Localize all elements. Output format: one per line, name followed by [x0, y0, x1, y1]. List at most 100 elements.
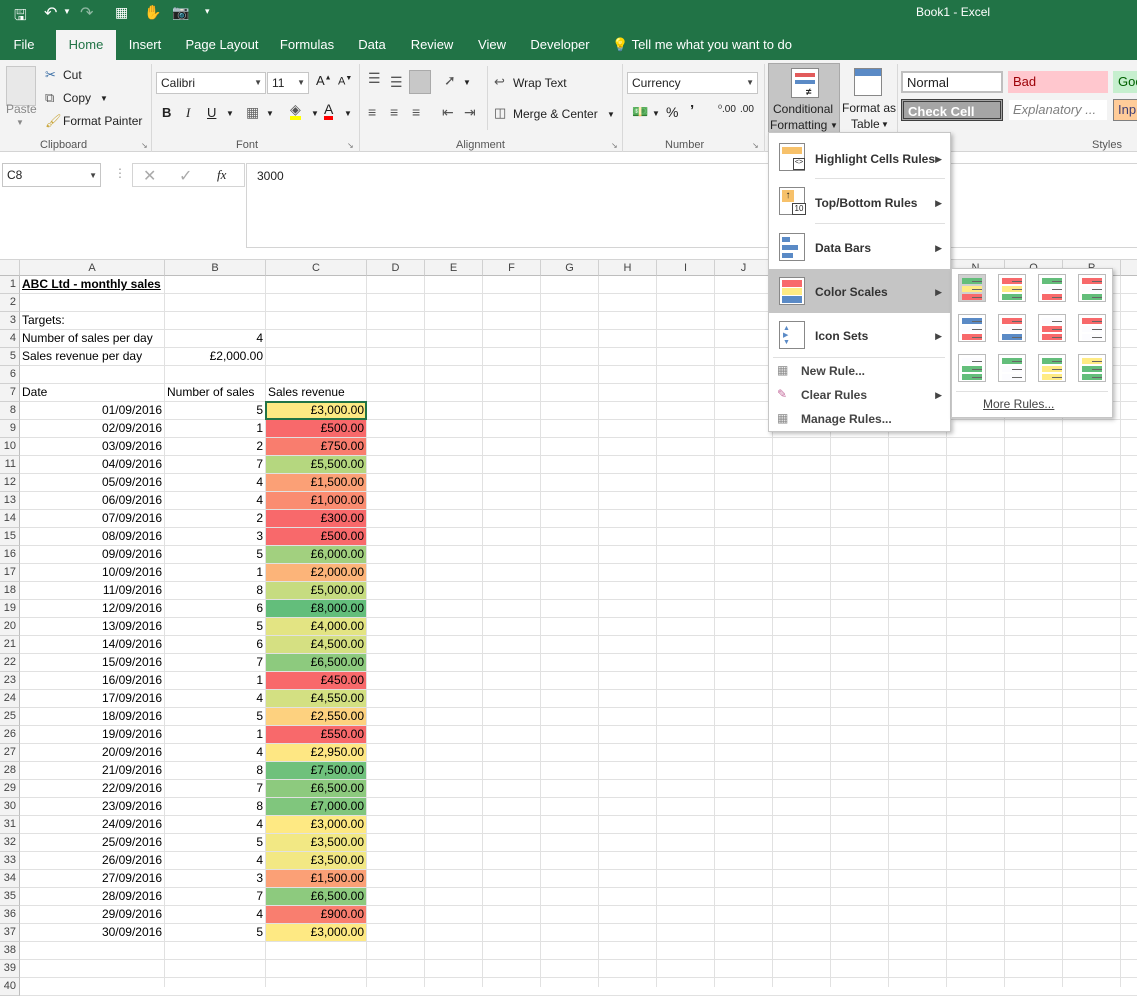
format-as-table-icon[interactable] [854, 68, 882, 96]
menu-icon-sets[interactable]: ▲ ▶ ▼ Icon Sets ▶ [769, 315, 950, 355]
color-scale-option-4[interactable] [1078, 274, 1106, 302]
undo-dropdown-icon[interactable]: ▼ [63, 7, 71, 16]
style-bad[interactable]: Bad [1008, 71, 1108, 93]
percent-button[interactable]: % [666, 104, 678, 120]
cell-B23[interactable]: 1 [165, 672, 265, 690]
decrease-indent-icon[interactable]: ⇤ [442, 104, 454, 121]
cell-B37[interactable]: 5 [165, 924, 265, 942]
row-header-19[interactable]: 19 [0, 600, 20, 618]
style-normal[interactable]: Normal [901, 71, 1003, 93]
row-header-40[interactable]: 40 [0, 978, 20, 996]
cell-C32[interactable]: £3,500.00 [266, 834, 366, 851]
cell-B28[interactable]: 8 [165, 762, 265, 780]
column-header-B[interactable]: B [165, 260, 266, 276]
cell-C11[interactable]: £5,500.00 [266, 456, 366, 473]
comma-button[interactable]: ’ [690, 102, 694, 119]
select-all-corner[interactable] [0, 260, 20, 276]
cell-B32[interactable]: 5 [165, 834, 265, 852]
cell-A28[interactable]: 21/09/2016 [20, 762, 164, 780]
column-header-J[interactable]: J [715, 260, 773, 276]
redo-icon[interactable]: ↷ [80, 3, 93, 23]
cell-A37[interactable]: 30/09/2016 [20, 924, 164, 942]
orientation-dropdown-icon[interactable]: ▼ [463, 78, 471, 87]
cell-A17[interactable]: 10/09/2016 [20, 564, 164, 582]
color-scale-option-7[interactable] [1038, 314, 1066, 342]
cell-B9[interactable]: 1 [165, 420, 265, 438]
cell-C29[interactable]: £6,500.00 [266, 780, 366, 797]
fill-color-icon[interactable]: ◈ [290, 102, 301, 120]
cell-A29[interactable]: 22/09/2016 [20, 780, 164, 798]
column-header-E[interactable]: E [425, 260, 483, 276]
bottom-align-icon[interactable] [409, 70, 431, 94]
cell-A25[interactable]: 18/09/2016 [20, 708, 164, 726]
tab-formulas[interactable]: Formulas [276, 30, 338, 60]
cell-C28[interactable]: £7,500.00 [266, 762, 366, 779]
row-header-15[interactable]: 15 [0, 528, 20, 546]
increase-font-icon[interactable]: A▲ [316, 73, 332, 88]
top-align-icon[interactable]: ☰ [368, 70, 381, 87]
column-header-A[interactable]: A [20, 260, 165, 276]
align-center-icon[interactable]: ≡ [390, 104, 398, 120]
enter-icon[interactable]: ✓ [179, 166, 192, 186]
decrease-decimal-button[interactable]: .00 [740, 104, 754, 115]
row-header-2[interactable]: 2 [0, 294, 20, 312]
font-name-combo[interactable]: Calibri ▼ [156, 72, 266, 94]
row-header-11[interactable]: 11 [0, 456, 20, 474]
cell-A13[interactable]: 06/09/2016 [20, 492, 164, 510]
cell-B27[interactable]: 4 [165, 744, 265, 762]
color-scale-option-11[interactable] [1038, 354, 1066, 382]
row-header-22[interactable]: 22 [0, 654, 20, 672]
cell-B34[interactable]: 3 [165, 870, 265, 888]
row-header-35[interactable]: 35 [0, 888, 20, 906]
cell-B36[interactable]: 4 [165, 906, 265, 924]
cell-A12[interactable]: 05/09/2016 [20, 474, 164, 492]
cell-C22[interactable]: £6,500.00 [266, 654, 366, 671]
underline-button[interactable]: U [207, 105, 216, 120]
row-header-20[interactable]: 20 [0, 618, 20, 636]
touch-mode-icon[interactable]: ✋ [144, 4, 161, 21]
row-header-23[interactable]: 23 [0, 672, 20, 690]
cell-C12[interactable]: £1,500.00 [266, 474, 366, 491]
cell-C30[interactable]: £7,000.00 [266, 798, 366, 815]
wrap-text-button[interactable]: Wrap Text [513, 76, 567, 90]
insert-function-icon[interactable]: fx [217, 167, 226, 183]
cell-A4[interactable]: Number of sales per day [20, 330, 164, 348]
cell-B8[interactable]: 5 [165, 402, 265, 420]
align-left-icon[interactable]: ≡ [368, 104, 376, 120]
column-header-Q[interactable]: Q [1121, 260, 1137, 276]
cell-A1[interactable]: ABC Ltd - monthly sales [20, 276, 164, 294]
cell-A34[interactable]: 27/09/2016 [20, 870, 164, 888]
cell-C14[interactable]: £300.00 [266, 510, 366, 527]
cell-A23[interactable]: 16/09/2016 [20, 672, 164, 690]
cancel-icon[interactable]: ✕ [143, 166, 156, 186]
clipboard-launcher-icon[interactable]: ↘ [141, 141, 148, 150]
paste-icon[interactable] [6, 66, 36, 106]
number-format-combo[interactable]: Currency ▼ [627, 72, 758, 94]
cell-C26[interactable]: £550.00 [266, 726, 366, 743]
menu-clear-rules[interactable]: ✎ Clear Rules ▶ [769, 385, 950, 407]
cell-A10[interactable]: 03/09/2016 [20, 438, 164, 456]
formula-input[interactable]: 3000 [246, 163, 1137, 248]
menu-manage-rules[interactable]: ▦ Manage Rules... [769, 409, 950, 431]
cell-B31[interactable]: 4 [165, 816, 265, 834]
font-launcher-icon[interactable]: ↘ [347, 141, 354, 150]
align-right-icon[interactable]: ≡ [412, 104, 420, 120]
cell-A9[interactable]: 02/09/2016 [20, 420, 164, 438]
cell-A11[interactable]: 04/09/2016 [20, 456, 164, 474]
cell-B25[interactable]: 5 [165, 708, 265, 726]
row-header-32[interactable]: 32 [0, 834, 20, 852]
cell-C19[interactable]: £8,000.00 [266, 600, 366, 617]
undo-icon[interactable]: ↶ [44, 3, 57, 23]
row-header-9[interactable]: 9 [0, 420, 20, 438]
tab-file[interactable]: File [6, 30, 42, 60]
column-header-I[interactable]: I [657, 260, 715, 276]
increase-indent-icon[interactable]: ⇥ [464, 104, 476, 121]
menu-color-scales[interactable]: Color Scales ▶ [769, 269, 950, 313]
row-header-16[interactable]: 16 [0, 546, 20, 564]
cell-A5[interactable]: Sales revenue per day [20, 348, 164, 366]
borders-icon[interactable]: ▦ [246, 104, 259, 121]
menu-data-bars[interactable]: Data Bars ▶ [769, 227, 950, 267]
borders-dropdown-icon[interactable]: ▼ [266, 109, 274, 118]
alignment-launcher-icon[interactable]: ↘ [611, 141, 618, 150]
row-header-8[interactable]: 8 [0, 402, 20, 420]
